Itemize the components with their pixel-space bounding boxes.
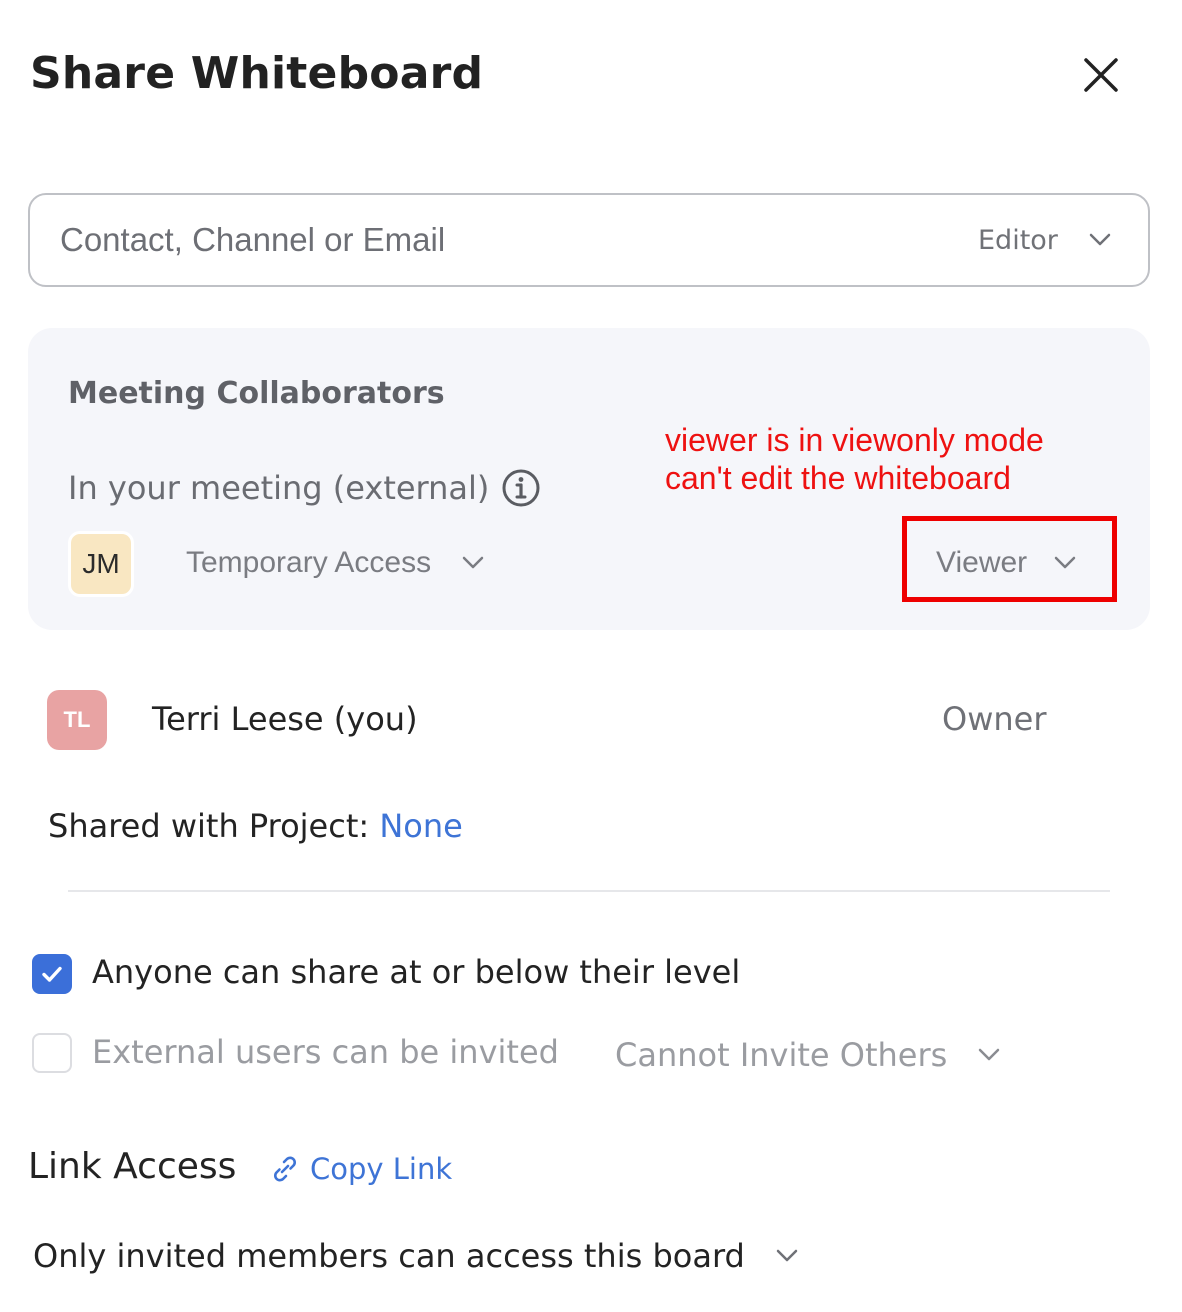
- chevron-down-icon: [776, 1249, 798, 1262]
- meeting-collaborators-heading: Meeting Collaborators: [68, 376, 445, 411]
- annotation-note: viewer is in viewonly mode can't edit th…: [665, 421, 1044, 497]
- shared-project-link[interactable]: None: [379, 807, 462, 845]
- in-meeting-external-label: In your meeting (external): [68, 468, 541, 508]
- invite-field-container: Editor: [28, 193, 1150, 287]
- link-icon: [274, 1156, 296, 1182]
- avatar: JM: [68, 531, 134, 597]
- copy-link-button[interactable]: Copy Link: [268, 1149, 452, 1189]
- link-access-dropdown[interactable]: Only invited members can access this boa…: [33, 1234, 807, 1278]
- close-button[interactable]: [1076, 50, 1126, 100]
- divider: [68, 890, 1110, 892]
- chevron-down-icon: [979, 1048, 1000, 1061]
- share-level-checkbox[interactable]: [32, 954, 72, 994]
- copy-link-label: Copy Link: [310, 1152, 453, 1186]
- annotation-highlight-box: [902, 516, 1117, 602]
- contact-search-input[interactable]: [60, 195, 910, 285]
- temporary-access-label: Temporary Access: [186, 546, 432, 579]
- link-access-heading: Link Access: [28, 1146, 237, 1187]
- dialog-title: Share Whiteboard: [30, 48, 484, 99]
- shared-with-project: Shared with Project: None: [48, 807, 463, 845]
- info-icon[interactable]: [501, 468, 541, 508]
- external-invite-setting-label: Cannot Invite Others: [615, 1036, 948, 1074]
- external-invite-setting-dropdown[interactable]: Cannot Invite Others: [615, 1033, 1009, 1077]
- checkmark-icon: [42, 966, 62, 982]
- annotation-line-2: can't edit the whiteboard: [665, 460, 1011, 496]
- annotation-line-1: viewer is in viewonly mode: [665, 422, 1044, 458]
- invite-role-dropdown[interactable]: Editor: [978, 195, 1128, 285]
- invite-role-label: Editor: [978, 224, 1058, 256]
- chevron-down-icon: [462, 556, 484, 569]
- shared-with-project-label: Shared with Project:: [48, 807, 370, 845]
- close-icon[interactable]: [1076, 50, 1126, 100]
- in-meeting-external-text: In your meeting (external): [68, 469, 490, 507]
- chevron-down-icon: [1089, 233, 1111, 246]
- avatar: TL: [47, 690, 107, 750]
- link-access-setting-label: Only invited members can access this boa…: [33, 1237, 745, 1275]
- share-level-label: Anyone can share at or below their level: [92, 953, 741, 991]
- external-invite-checkbox[interactable]: [32, 1033, 72, 1073]
- temporary-access-dropdown[interactable]: Temporary Access: [186, 540, 493, 586]
- owner-name: Terri Leese (you): [152, 700, 418, 738]
- owner-role-label: Owner: [942, 700, 1047, 738]
- external-invite-label: External users can be invited: [92, 1033, 559, 1071]
